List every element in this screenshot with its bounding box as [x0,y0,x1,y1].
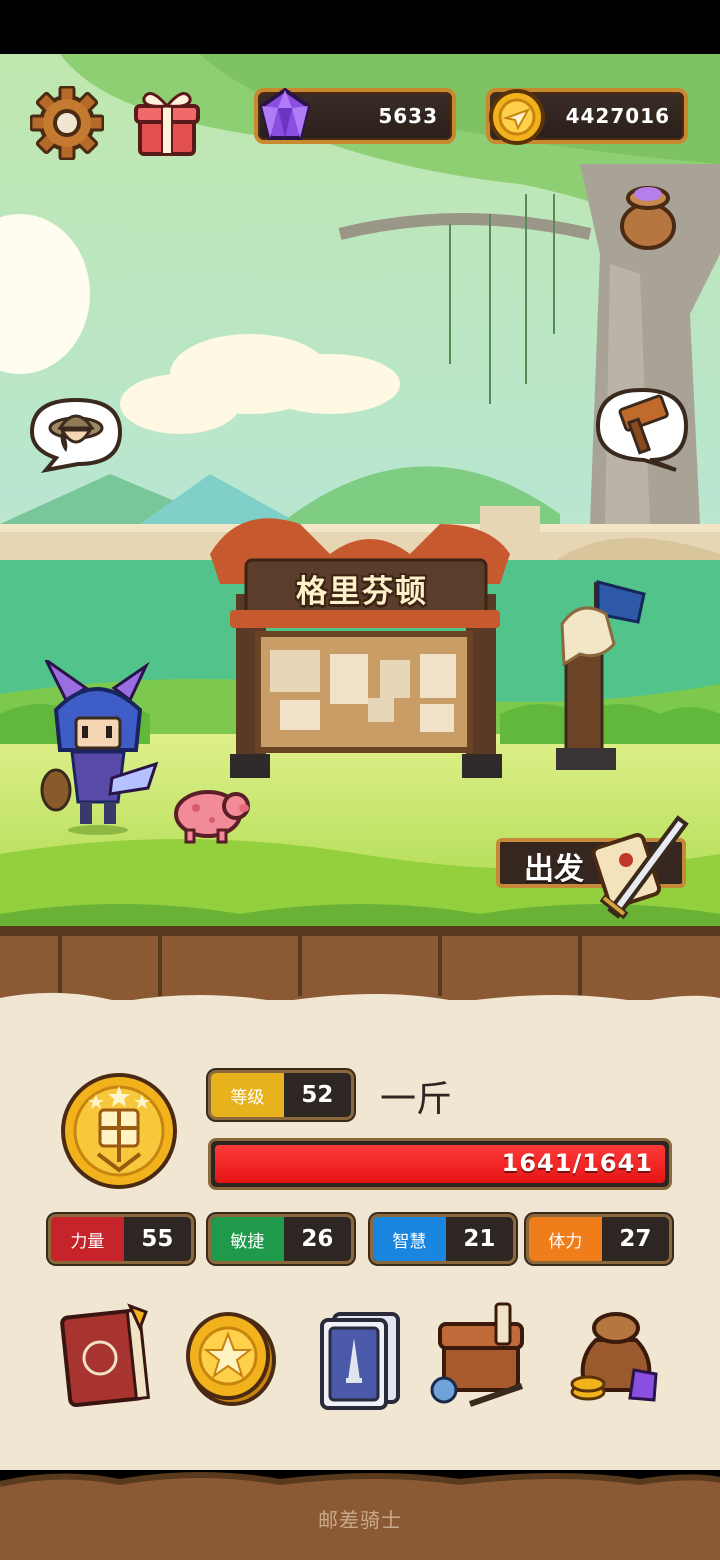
coin-counter[interactable]: 4427016 [486,88,688,145]
stat-label: 敏捷 [211,1217,284,1261]
level-label: 等级 [211,1073,284,1117]
level-value: 52 [301,1082,334,1108]
stat-stamina: 体力 27 [526,1214,672,1264]
loot-bag-icon[interactable] [612,174,684,254]
town-name-sign: 格里芬顿 [296,574,428,610]
star-coin-icon[interactable] [180,1300,280,1412]
stat-value: 26 [301,1226,334,1252]
depart-button[interactable]: 出发 [496,815,692,920]
stat-wisdom: 智慧 21 [370,1214,516,1264]
stat-label: 智慧 [373,1217,446,1261]
pig-pet[interactable] [166,780,254,844]
stat-value: 55 [141,1226,174,1252]
stat-value: 21 [463,1226,496,1252]
gem-counter[interactable]: 5633 [254,87,456,144]
backpack-icon[interactable] [430,1300,530,1412]
hammer-speech-bubble[interactable] [592,384,692,474]
footer-title: 邮差骑士 [318,1508,402,1532]
hp-bar: 1641/1641 [208,1138,672,1190]
hero-book-icon[interactable] [56,1300,156,1412]
coin-amount: 4427016 [565,104,670,128]
rank-medal-icon[interactable] [58,1070,180,1192]
gift-box-icon[interactable] [130,82,204,160]
sword-scroll-icon [592,815,689,920]
npc-speech-bubble[interactable] [26,394,126,474]
gold-coin-icon [489,89,545,145]
knight-hero-character[interactable] [36,660,160,836]
stat-label: 体力 [529,1217,602,1261]
treasure-bag-icon[interactable] [566,1300,666,1412]
hp-text: 1641/1641 [501,1149,653,1177]
stat-value: 27 [619,1226,652,1252]
game-scene: 5633 4427016 格里芬顿 出发 [0,54,720,930]
player-name: 一斤 [380,1079,453,1120]
status-bar [0,0,720,54]
stat-label: 力量 [51,1217,124,1261]
gem-amount: 5633 [378,104,438,128]
stat-agility: 敏捷 26 [208,1214,354,1264]
level-badge: 等级 52 [208,1070,354,1120]
stat-strength: 力量 55 [48,1214,194,1264]
depart-button-label: 出发 [524,852,584,887]
griffin-statue [556,580,646,770]
settings-gear-icon[interactable] [30,86,104,160]
purple-gem-icon [259,87,311,140]
card-deck-icon[interactable] [308,1300,408,1412]
